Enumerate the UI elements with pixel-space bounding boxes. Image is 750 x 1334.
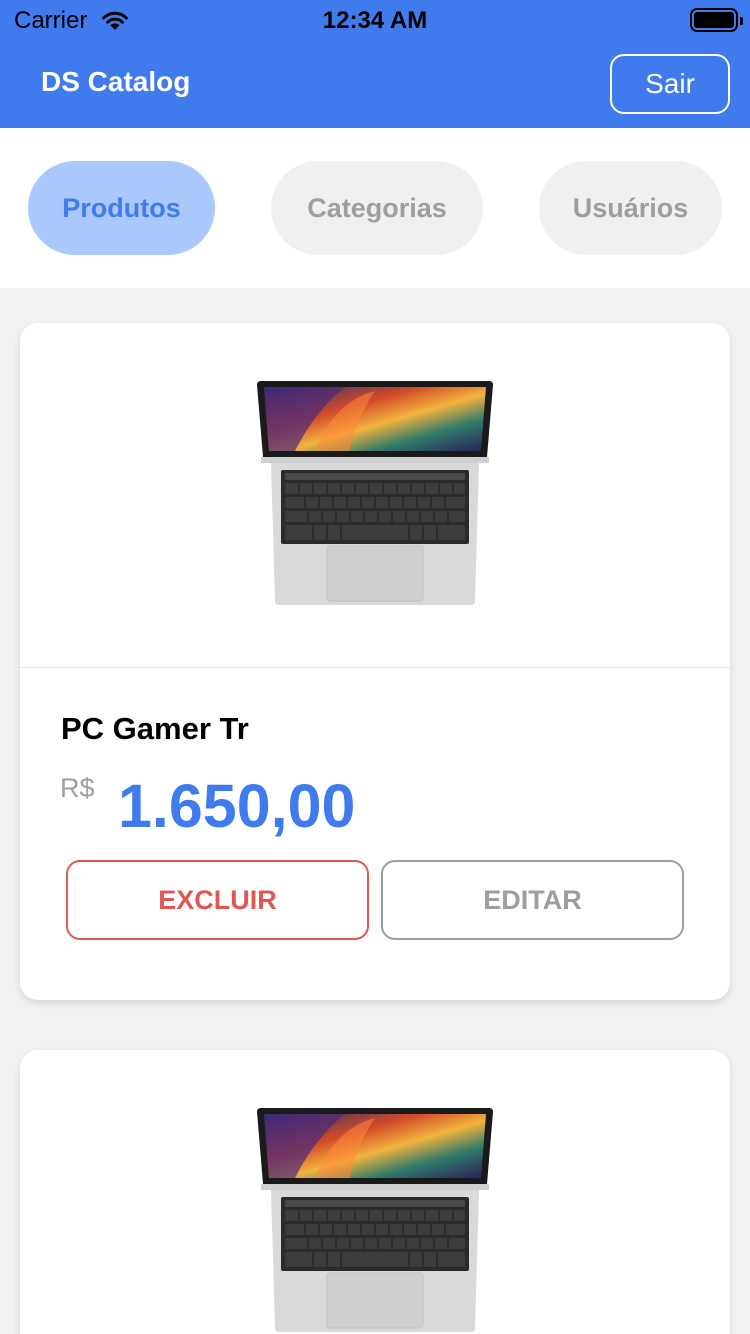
product-price: 1.650,00 [118,772,356,840]
tab-usuarios[interactable]: Usuários [539,161,722,255]
logout-button[interactable]: Sair [610,54,730,114]
product-name: PC Gamer Tr [61,711,249,746]
app-header: Carrier 12:34 AM DS Catalog Sair [0,0,750,128]
product-image [255,1108,495,1333]
app-title: DS Catalog [41,66,191,97]
product-image [255,381,495,606]
product-card[interactable] [20,1050,730,1334]
status-bar: Carrier 12:34 AM [0,0,750,40]
card-divider [20,667,730,668]
tab-produtos[interactable]: Produtos [28,161,215,255]
battery-icon [690,8,743,32]
navigation-tabs: Produtos Categorias Usuários [0,128,750,288]
clock: 12:34 AM [322,7,428,34]
product-image-area [20,1050,730,1334]
edit-button[interactable]: EDITAR [381,860,684,940]
product-image-area [20,323,730,668]
delete-button[interactable]: EXCLUIR [66,860,369,940]
currency-symbol: R$ [60,773,95,803]
tab-categorias[interactable]: Categorias [271,161,483,255]
product-card[interactable]: PC Gamer Tr R$ 1.650,00 EXCLUIR EDITAR [20,323,730,1000]
